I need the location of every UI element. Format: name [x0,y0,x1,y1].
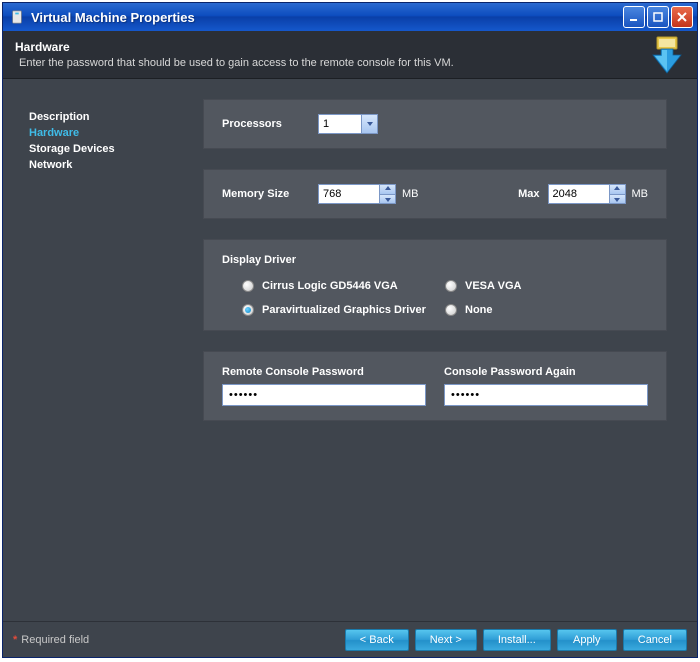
window-title: Virtual Machine Properties [31,10,623,25]
memory-panel: Memory Size 768 MB Max 2048 [203,169,667,219]
minimize-button[interactable] [623,6,645,28]
main: Processors 1 Memory Size 768 [203,79,697,621]
radio-label: Paravirtualized Graphics Driver [262,304,426,316]
display-driver-panel: Display Driver Cirrus Logic GD5446 VGA V… [203,239,667,331]
radio-label: VESA VGA [465,280,521,292]
next-button[interactable]: Next > [415,629,477,651]
footer: * Required field < Back Next > Install..… [3,621,697,657]
password-confirm-input[interactable] [444,384,648,406]
sidebar-item-description[interactable]: Description [29,109,203,125]
apply-button[interactable]: Apply [557,629,617,651]
password-input[interactable] [222,384,426,406]
close-button[interactable] [671,6,693,28]
spin-up-icon[interactable] [610,185,625,195]
memory-max-unit: MB [632,188,649,200]
download-icon [647,35,687,75]
memory-max-spinner[interactable]: 2048 [548,184,626,204]
processors-panel: Processors 1 [203,99,667,149]
radio-paravirtualized[interactable]: Paravirtualized Graphics Driver [242,304,445,316]
required-note: * Required field [13,634,89,646]
radio-label: None [465,304,493,316]
radio-icon [242,304,254,316]
spin-down-icon[interactable] [610,195,625,204]
memory-label: Memory Size [222,188,318,200]
processors-value: 1 [319,118,361,130]
processors-select[interactable]: 1 [318,114,378,134]
memory-unit: MB [402,188,419,200]
memory-size-spinner[interactable]: 768 [318,184,396,204]
content: Description Hardware Storage Devices Net… [3,79,697,621]
memory-max-label: Max [502,188,548,200]
password-confirm-label: Console Password Again [444,366,648,378]
radio-vesa[interactable]: VESA VGA [445,280,648,292]
password-label: Remote Console Password [222,366,426,378]
header: Hardware Enter the password that should … [3,31,697,79]
chevron-down-icon[interactable] [361,115,377,133]
back-button[interactable]: < Back [345,629,409,651]
sidebar-item-network[interactable]: Network [29,157,203,173]
cancel-button[interactable]: Cancel [623,629,687,651]
maximize-button[interactable] [647,6,669,28]
app-icon [9,9,25,25]
sidebar-item-hardware[interactable]: Hardware [29,125,203,141]
page-subtitle: Enter the password that should be used t… [15,57,685,69]
sidebar: Description Hardware Storage Devices Net… [3,79,203,621]
radio-icon [242,280,254,292]
window: Virtual Machine Properties Hardware Ente… [2,2,698,658]
required-note-text: Required field [21,634,89,646]
memory-max-value: 2048 [549,188,609,200]
radio-label: Cirrus Logic GD5446 VGA [262,280,398,292]
radio-none[interactable]: None [445,304,648,316]
titlebar: Virtual Machine Properties [3,3,697,31]
asterisk-icon: * [13,634,17,646]
radio-icon [445,304,457,316]
display-driver-label: Display Driver [222,254,648,266]
radio-icon [445,280,457,292]
install-button[interactable]: Install... [483,629,551,651]
radio-cirrus[interactable]: Cirrus Logic GD5446 VGA [242,280,445,292]
processors-label: Processors [222,118,318,130]
password-panel: Remote Console Password Console Password… [203,351,667,421]
page-title: Hardware [15,40,685,54]
spin-down-icon[interactable] [380,195,395,204]
memory-size-value: 768 [319,188,379,200]
sidebar-item-storage-devices[interactable]: Storage Devices [29,141,203,157]
spin-up-icon[interactable] [380,185,395,195]
